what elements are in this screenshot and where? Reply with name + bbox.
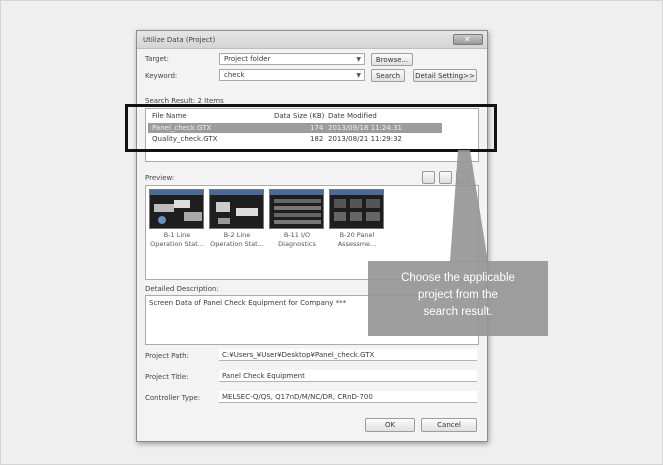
project-title-value: Panel Check Equipment — [222, 372, 305, 380]
screen-thumbnail[interactable] — [269, 189, 324, 229]
thumb-caption-line1: B-20 Panel — [339, 231, 375, 239]
thumb-caption-line1: B-2 Line — [223, 231, 251, 239]
controller-type-value: MELSEC-Q/QS, Q17nD/M/NC/DR, CRnD-700 — [222, 393, 373, 401]
thumb-caption-line2: Assessme... — [337, 240, 377, 248]
thumb-caption-line2: Operation Stat... — [210, 240, 264, 248]
line-operation-graphic — [210, 190, 263, 224]
utilize-data-dialog: Utilize Data (Project) ✕ Target: Project… — [136, 30, 488, 442]
callout-line-1: Choose the applicable — [401, 272, 515, 284]
cancel-button[interactable]: Cancel — [421, 418, 477, 432]
screen-thumbnail[interactable] — [149, 189, 204, 229]
close-icon: ✕ — [464, 35, 471, 44]
panel-assessment-graphic — [330, 190, 383, 221]
dialog-title: Utilize Data (Project) — [143, 36, 216, 44]
project-path-value: C:¥Users_¥User¥Desktop¥Panel_check.GTX — [222, 351, 375, 359]
description-text: Screen Data of Panel Check Equipment for… — [149, 299, 347, 307]
close-button[interactable]: ✕ — [453, 34, 483, 45]
keyword-label: Keyword: — [145, 72, 178, 80]
project-title-label: Project Title: — [145, 373, 189, 381]
thumb-caption-line1: B-11 I/O — [283, 231, 311, 239]
controller-type-label: Controller Type: — [145, 394, 201, 402]
target-value: Project folder — [224, 55, 271, 63]
home-icon[interactable] — [422, 171, 435, 184]
ok-button[interactable]: OK — [365, 418, 415, 432]
instruction-callout: Choose the applicable project from the s… — [368, 261, 548, 336]
screen-thumbnail[interactable] — [209, 189, 264, 229]
callout-pointer — [450, 150, 488, 262]
thumb-caption-line1: B-1 Line — [163, 231, 191, 239]
callout-line-2: project from the — [418, 289, 498, 301]
browse-button[interactable]: Browse... — [371, 53, 413, 66]
line-operation-graphic — [150, 190, 203, 224]
project-path-field: C:¥Users_¥User¥Desktop¥Panel_check.GTX — [219, 349, 477, 361]
keyword-value: check — [224, 71, 245, 79]
description-label: Detailed Description: — [145, 285, 219, 293]
controller-type-field: MELSEC-Q/QS, Q17nD/M/NC/DR, CRnD-700 — [219, 391, 477, 403]
title-bar: Utilize Data (Project) ✕ — [137, 31, 487, 49]
search-button[interactable]: Search — [371, 69, 405, 82]
thumb-caption: B-20 Panel Assessme... — [326, 231, 388, 249]
io-diagnostics-graphic — [270, 190, 323, 224]
preview-label: Preview: — [145, 174, 175, 182]
screen-thumbnail[interactable] — [329, 189, 384, 229]
chevron-down-icon: ▼ — [356, 56, 361, 63]
chevron-down-icon: ▼ — [356, 72, 361, 79]
detail-setting-button[interactable]: Detail Setting>> — [413, 69, 477, 82]
project-title-field: Panel Check Equipment — [219, 370, 477, 382]
thumb-caption-line2: Operation Stat... — [150, 240, 204, 248]
project-path-label: Project Path: — [145, 352, 189, 360]
callout-line-3: search result. — [423, 306, 493, 318]
thumb-caption-line2: Diagnostics — [278, 240, 316, 248]
thumb-caption: B-2 Line Operation Stat... — [206, 231, 268, 249]
target-label: Target: — [145, 55, 170, 63]
keyword-input[interactable]: check ▼ — [219, 69, 365, 81]
search-result-highlight — [125, 104, 497, 152]
target-dropdown[interactable]: Project folder ▼ — [219, 53, 365, 65]
thumb-caption: B-1 Line Operation Stat... — [146, 231, 208, 249]
thumb-caption: B-11 I/O Diagnostics — [266, 231, 328, 249]
